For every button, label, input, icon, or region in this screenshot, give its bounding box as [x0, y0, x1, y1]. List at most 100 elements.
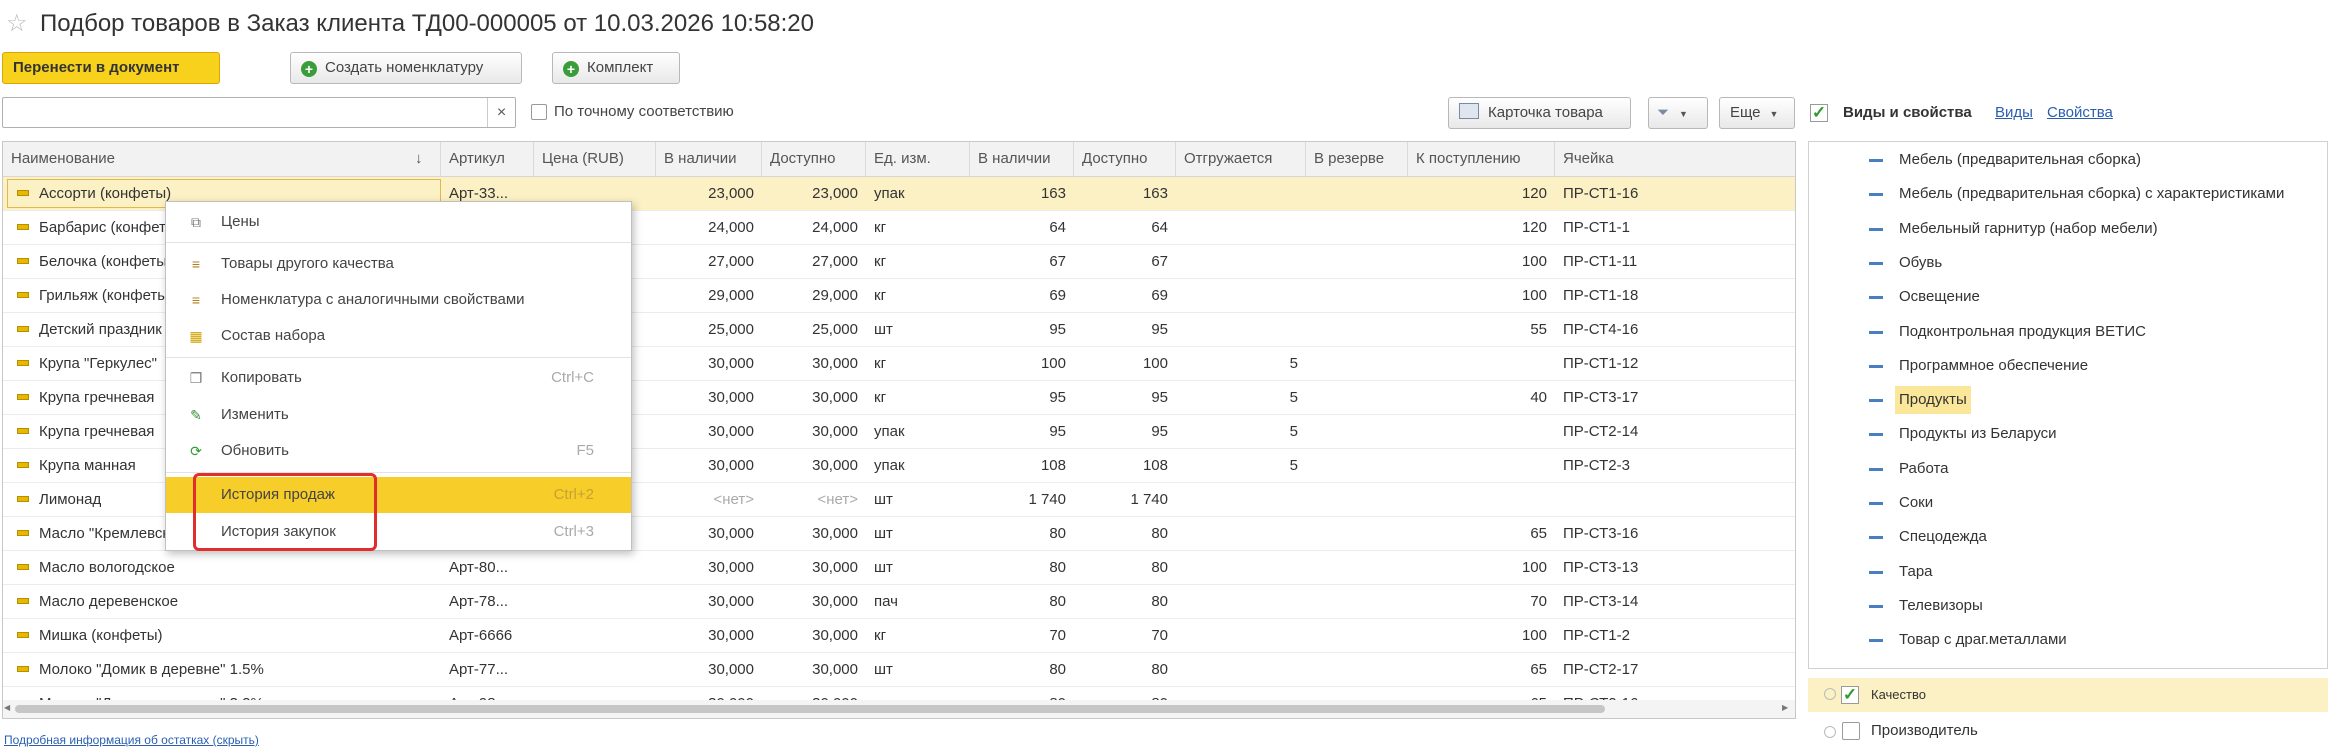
cell-reserved: [1306, 245, 1408, 278]
menu-item-kit-composition[interactable]: ▦ Состав набора: [166, 318, 631, 354]
table-row[interactable]: Масло вологодское Арт-80... 30,000 30,000 шт…: [3, 551, 1795, 585]
cell-price: [534, 619, 656, 652]
cell-unit: пач: [874, 593, 898, 610]
cell-storage: ПР-СТ1-2: [1563, 627, 1630, 644]
views-list-item[interactable]: Мебель (предварительная сборка): [1809, 143, 2327, 177]
cell-available-2: 108: [1142, 457, 1168, 474]
menu-item-refresh[interactable]: ⟳ Обновить F5: [166, 433, 631, 469]
cell-incoming: [1408, 483, 1555, 516]
views-list-item[interactable]: Программное обеспечение: [1809, 349, 2327, 383]
views-list-item[interactable]: Товар с драг.металлами: [1809, 623, 2327, 657]
column-header-unit[interactable]: Ед. изм.: [866, 142, 970, 176]
column-header-shipping[interactable]: Отгружается: [1176, 142, 1306, 176]
menu-item-shortcut: Ctrl+C: [551, 369, 594, 386]
transfer-to-document-button[interactable]: Перенести в документ: [2, 52, 220, 84]
column-header-reserved[interactable]: В резерве: [1306, 142, 1408, 176]
cell-shipping: [1176, 585, 1306, 618]
views-list-item-label: Мебельный гарнитур (набор мебели): [1899, 219, 2158, 237]
product-card-button[interactable]: Карточка товара: [1448, 97, 1631, 129]
cell-in-stock: 23,000: [708, 185, 754, 202]
properties-link[interactable]: Свойства: [2047, 103, 2113, 123]
views-list-item[interactable]: Соки: [1809, 486, 2327, 520]
column-header-available[interactable]: Доступно: [762, 142, 866, 176]
quality-checkbox[interactable]: ✓: [1841, 686, 1859, 704]
menu-item-copy[interactable]: ❐ Копировать Ctrl+C: [166, 360, 631, 396]
menu-item-edit[interactable]: ✎ Изменить: [166, 397, 631, 433]
views-list-item[interactable]: Подконтрольная продукция ВЕТИС: [1809, 315, 2327, 349]
table-row[interactable]: Мишка (конфеты) Арт-6666 30,000 30,000 кг 70 7…: [3, 619, 1795, 653]
item-icon: [17, 360, 29, 366]
views-properties-checkbox[interactable]: ✓: [1810, 104, 1828, 122]
column-header-price[interactable]: Цена (RUB): [534, 142, 656, 176]
cell-incoming: 40: [1530, 389, 1547, 406]
cell-storage: ПР-СТ3-14: [1563, 593, 1639, 610]
manufacturer-checkbox[interactable]: [1842, 722, 1860, 740]
more-button[interactable]: Еще ▼: [1719, 97, 1795, 129]
cell-available: 25,000: [812, 321, 858, 338]
cell-available: 23,000: [812, 185, 858, 202]
menu-separator: [166, 357, 631, 358]
cell-incoming: 120: [1521, 185, 1547, 202]
views-list-item-label: Спецодежда: [1899, 528, 1987, 546]
cell-available-2: 100: [1142, 355, 1168, 372]
table-row[interactable]: Масло деревенское Арт-78... 30,000 30,000 па…: [3, 585, 1795, 619]
cell-available-2: 95: [1151, 321, 1168, 338]
cell-storage: [1555, 483, 1795, 516]
horizontal-scrollbar[interactable]: ◀ ▶: [3, 700, 1795, 718]
menu-item-other-quality[interactable]: ≡ Товары другого качества: [166, 246, 631, 282]
search-input[interactable]: [2, 97, 516, 128]
views-list-item[interactable]: Мебель (предварительная сборка) с характ…: [1809, 177, 2327, 211]
views-link[interactable]: Виды: [1995, 103, 2033, 123]
views-list-item-label: Услуги: [1899, 658, 1945, 669]
cell-available: 27,000: [812, 253, 858, 270]
column-header-in-stock[interactable]: В наличии: [656, 142, 762, 176]
column-header-cell[interactable]: Ячейка: [1555, 142, 1795, 176]
create-nomenclature-button[interactable]: + Создать номенклатуру: [290, 52, 522, 84]
cell-price: [534, 653, 656, 686]
clear-search-button[interactable]: ×: [487, 98, 515, 127]
exact-match-checkbox[interactable]: [531, 104, 547, 120]
views-list-item[interactable]: Мебельный гарнитур (набор мебели): [1809, 212, 2327, 246]
list-bullet-icon: [1869, 604, 1883, 608]
favorite-star-icon[interactable]: ☆: [6, 10, 28, 38]
sort-arrow-icon: ↓: [415, 150, 423, 167]
filter-row-manufacturer[interactable]: Производитель: [1808, 716, 2328, 750]
list-bullet-icon: [1869, 159, 1883, 162]
column-header-incoming[interactable]: К поступлению: [1408, 142, 1555, 176]
cell-available-2: 80: [1151, 593, 1168, 610]
filter-icon: ⏷: [1657, 104, 1670, 121]
menu-item-similar-properties[interactable]: ≡ Номенклатура с аналогичными свойствами: [166, 282, 631, 318]
views-list-item[interactable]: Телевизоры: [1809, 589, 2327, 623]
menu-item-prices[interactable]: ⧉ Цены: [166, 204, 631, 240]
exact-match-label: По точному соответствию: [554, 103, 734, 120]
views-list-item-label: Соки: [1899, 494, 1934, 511]
filter-row-quality[interactable]: ✓ Качество: [1808, 678, 2328, 712]
column-header-article[interactable]: Артикул: [441, 142, 534, 176]
views-list-item[interactable]: Спецодежда: [1809, 520, 2327, 554]
views-list-item[interactable]: Продукты из Беларуси: [1809, 417, 2327, 451]
item-icon: [17, 496, 29, 502]
item-icon: [17, 394, 29, 400]
scrollbar-thumb[interactable]: [15, 705, 1605, 713]
cell-available-2: 64: [1151, 219, 1168, 236]
table-row[interactable]: Молоко "Домик в деревне" 1.5% Арт-77... 30…: [3, 653, 1795, 687]
views-list-item[interactable]: Услуги: [1809, 658, 2327, 669]
scroll-right-icon[interactable]: ▶: [1782, 703, 1788, 712]
item-icon: [17, 564, 29, 570]
cell-storage: ПР-СТ3-17: [1563, 389, 1639, 406]
column-header-in-stock-2[interactable]: В наличии: [970, 142, 1074, 176]
kit-button[interactable]: + Комплект: [552, 52, 680, 84]
filter-button[interactable]: ⏷ ▼: [1648, 97, 1708, 129]
cell-available: 30,000: [812, 355, 858, 372]
views-list-item[interactable]: Тара: [1809, 555, 2327, 589]
cell-in-stock-2: 108: [1040, 457, 1066, 474]
menu-item-label: Копировать: [221, 369, 302, 386]
column-header-name[interactable]: Наименование: [3, 142, 441, 176]
stock-details-link[interactable]: Подробная информация об остатках (скрыть…: [4, 733, 259, 747]
views-list-item[interactable]: Продукты: [1809, 383, 2327, 417]
views-list-item[interactable]: Обувь: [1809, 246, 2327, 280]
views-list-item[interactable]: Освещение: [1809, 280, 2327, 314]
views-list-item[interactable]: Работа: [1809, 452, 2327, 486]
scroll-left-icon[interactable]: ◀: [4, 703, 10, 712]
column-header-available-2[interactable]: Доступно: [1074, 142, 1176, 176]
